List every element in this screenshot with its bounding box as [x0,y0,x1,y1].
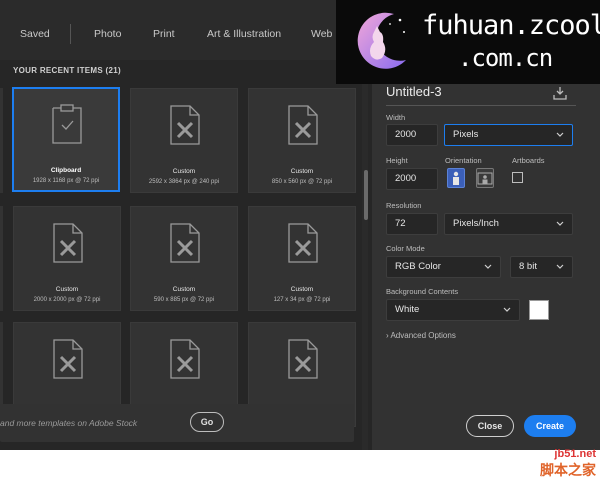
chevron-down-icon [484,264,492,269]
chevron-down-icon [556,221,564,226]
recent-item-tile[interactable]: Custom 127 x 34 px @ 72 ppi [248,206,356,311]
bit-depth-value: 8 bit [519,261,537,272]
recent-item-tile[interactable]: Custom 590 x 885 px @ 72 ppi [130,206,238,311]
chevron-down-icon [556,264,564,269]
height-label: Height [386,156,408,165]
background-contents-label: Background Contents [386,287,459,296]
custom-document-icon [288,223,318,263]
document-name-input[interactable]: Untitled-3 [386,84,442,99]
background-contents-value: White [395,304,420,315]
custom-document-icon [170,339,200,379]
cat-moon-logo-icon [357,12,406,69]
resolution-label: Resolution [386,201,422,210]
background-color-swatch[interactable] [529,300,549,320]
grid-scrollbar-thumb[interactable] [364,170,368,220]
watermark-text-line1: fuhuan.zcool [422,10,600,41]
adobe-stock-search-input[interactable]: and more templates on Adobe Stock [0,418,137,428]
tile-dimensions: 2592 x 3864 px @ 240 ppi [148,179,220,185]
width-unit-select[interactable]: Pixels [444,124,573,146]
background-contents-select[interactable]: White [386,299,520,321]
recent-item-tile[interactable]: Custom 2592 x 3864 px @ 240 ppi [130,88,238,193]
portrait-orientation-button[interactable] [447,168,465,188]
go-button[interactable]: Go [190,412,224,432]
tile-dimensions: 127 x 34 px @ 72 ppi [273,297,331,303]
artboards-label: Artboards [512,156,545,165]
resolution-unit-value: Pixels/Inch [453,218,499,229]
landscape-orientation-button[interactable] [476,168,494,188]
tile-dimensions: 850 x 560 px @ 72 ppi [271,179,333,185]
width-input[interactable]: 2000 [386,124,438,146]
tile-dimensions: 590 x 885 px @ 72 ppi [153,297,215,303]
height-input[interactable]: 2000 [386,168,438,190]
color-mode-label: Color Mode [386,244,425,253]
custom-document-icon [288,339,318,379]
width-label: Width [386,113,406,122]
portrait-icon [453,171,459,185]
color-mode-value: RGB Color [395,261,441,272]
tile-name: Custom [172,286,196,293]
resolution-input[interactable]: 72 [386,213,438,235]
create-button[interactable]: Create [524,415,576,437]
tile-name: Custom [172,168,196,175]
corner-watermark-url: jb51.net [554,448,596,460]
custom-document-icon [170,105,200,145]
title-underline [386,105,576,106]
advanced-options-label: Advanced Options [390,331,456,340]
recent-items-grid: Clipboard 1928 x 1168 px @ 72 ppi Custom… [0,0,372,450]
recent-item-tile[interactable]: Custom 2000 x 2000 px @ 72 ppi [13,206,121,311]
chevron-down-icon [556,132,564,137]
watermark-text-line2: .com.cn [458,44,553,72]
custom-document-icon [53,339,83,379]
tile-name: Clipboard [50,167,82,174]
clipboard-document-icon [52,104,82,144]
chevron-down-icon [503,307,511,312]
orientation-label: Orientation [445,156,482,165]
custom-document-icon [288,105,318,145]
grid-scrollbar-track[interactable] [362,60,368,450]
corner-watermark: jb51.net 脚本之家 [540,448,596,480]
tile-name: Custom [290,286,314,293]
tile-dimensions: 2000 x 2000 px @ 72 ppi [33,297,101,303]
tile-name: Custom [290,168,314,175]
recent-item-tile[interactable]: Custom 850 x 560 px @ 72 ppi [248,88,356,193]
tile-name: Custom [55,286,79,293]
landscape-icon [477,172,493,185]
partial-tile[interactable] [0,206,3,311]
width-unit-value: Pixels [453,129,479,140]
custom-document-icon [53,223,83,263]
color-mode-select[interactable]: RGB Color [386,256,501,278]
partial-tile[interactable] [0,88,3,193]
artboards-checkbox[interactable] [512,172,523,183]
save-preset-icon[interactable] [553,86,567,100]
close-button[interactable]: Close [466,415,514,437]
advanced-options-toggle[interactable]: › Advanced Options [386,331,456,340]
bit-depth-select[interactable]: 8 bit [510,256,573,278]
custom-document-icon [170,223,200,263]
recent-item-tile[interactable]: Clipboard 1928 x 1168 px @ 72 ppi [12,87,120,192]
resolution-unit-select[interactable]: Pixels/Inch [444,213,573,235]
chevron-right-icon: › [386,331,389,340]
tile-dimensions: 1928 x 1168 px @ 72 ppi [32,178,100,184]
corner-watermark-name: 脚本之家 [540,462,596,478]
